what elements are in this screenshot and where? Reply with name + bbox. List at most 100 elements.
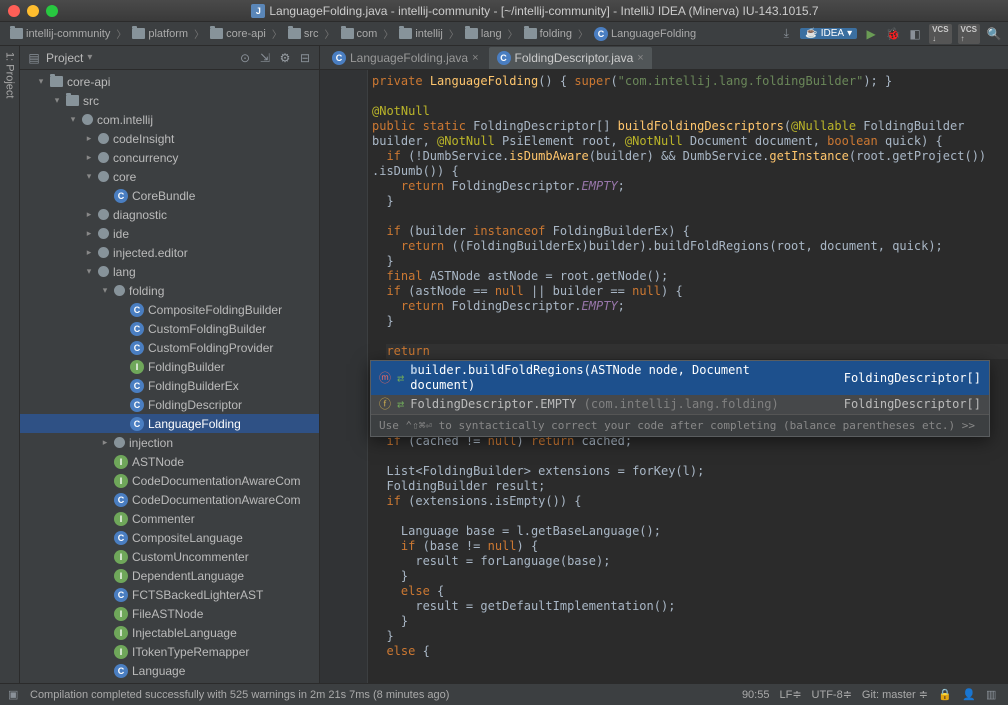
gutter[interactable] <box>320 70 368 683</box>
project-panel-header: ▤ Project ▾ ⊙ ⇲ ⚙ ⊟ <box>20 46 319 70</box>
git-branch[interactable]: Git: master ≑ <box>862 688 928 701</box>
tree-node[interactable]: IASTNode <box>20 452 319 471</box>
breadcrumb-item[interactable]: CLanguageFolding <box>590 26 700 42</box>
hide-icon[interactable]: ⊟ <box>297 50 313 66</box>
tree-node[interactable]: ▸ide <box>20 224 319 243</box>
tree-expander-icon[interactable]: ▾ <box>52 95 62 106</box>
tree-node[interactable]: CCompositeFoldingBuilder <box>20 300 319 319</box>
project-tool-tab[interactable]: 1: Project <box>4 52 16 98</box>
breadcrumb-item[interactable]: folding <box>520 27 576 41</box>
zoom-window-button[interactable] <box>46 5 58 17</box>
breadcrumb-item[interactable]: intellij-community <box>6 27 114 41</box>
make-project-icon[interactable]: ⤓ <box>778 26 794 42</box>
tree-expander-icon[interactable]: ▸ <box>100 437 110 448</box>
tree-expander-icon[interactable]: ▸ <box>84 133 94 144</box>
tree-node[interactable]: IFileASTNode <box>20 604 319 623</box>
search-everywhere-icon[interactable]: 🔍 <box>986 26 1002 42</box>
tree-node[interactable]: ▸codeInsight <box>20 129 319 148</box>
class-icon: C <box>114 493 128 507</box>
code-editor[interactable]: private LanguageFolding() { super("com.i… <box>320 70 1008 683</box>
tree-node[interactable]: IInjectableLanguage <box>20 623 319 642</box>
tree-node[interactable]: ▾src <box>20 91 319 110</box>
close-tab-icon[interactable]: × <box>637 52 643 64</box>
collapse-all-icon[interactable]: ⇲ <box>257 50 273 66</box>
chevron-down-icon[interactable]: ▾ <box>87 52 92 63</box>
gear-icon[interactable]: ⚙ <box>277 50 293 66</box>
editor-tab[interactable]: CFoldingDescriptor.java× <box>489 47 652 69</box>
tree-node[interactable]: CCompositeLanguage <box>20 528 319 547</box>
class-icon: C <box>497 51 511 65</box>
inspections-icon[interactable]: 👤 <box>962 688 976 702</box>
completion-item[interactable]: ⓜ⇄builder.buildFoldRegions(ASTNode node,… <box>371 361 989 395</box>
breadcrumb-item[interactable]: com <box>337 27 382 41</box>
tree-node[interactable]: CCustomFoldingProvider <box>20 338 319 357</box>
tree-node-label: CodeDocumentationAwareCom <box>132 474 301 488</box>
tree-node-label: CustomUncommenter <box>132 550 249 564</box>
file-encoding[interactable]: UTF-8≑ <box>812 688 852 701</box>
tree-node[interactable]: CCustomFoldingBuilder <box>20 319 319 338</box>
code-completion-popup[interactable]: ⓜ⇄builder.buildFoldRegions(ASTNode node,… <box>370 360 990 437</box>
vcs-update-icon[interactable]: VCS↓ <box>929 24 951 44</box>
tree-expander-icon[interactable]: ▾ <box>36 76 46 87</box>
tree-node[interactable]: CCodeDocumentationAwareCom <box>20 490 319 509</box>
tree-expander-icon[interactable]: ▾ <box>68 114 78 125</box>
tree-node[interactable]: IITokenTypeRemapper <box>20 642 319 661</box>
tree-expander-icon[interactable]: ▸ <box>84 228 94 239</box>
tool-window-stripe[interactable]: 1: Project <box>0 46 20 683</box>
tree-node[interactable]: ICodeDocumentationAwareCom <box>20 471 319 490</box>
tree-node[interactable]: CCoreBundle <box>20 186 319 205</box>
tree-node[interactable]: CLanguageFolding <box>20 414 319 433</box>
project-tool-window: ▤ Project ▾ ⊙ ⇲ ⚙ ⊟ ▾core-api▾src▾com.in… <box>20 46 320 683</box>
package-icon <box>98 247 109 258</box>
tree-node[interactable]: CFoldingDescriptor <box>20 395 319 414</box>
tree-node[interactable]: CFCTSBackedLighterAST <box>20 585 319 604</box>
breadcrumb-item[interactable]: platform <box>128 27 192 41</box>
completion-item[interactable]: ⓕ⇄FoldingDescriptor.EMPTY (com.intellij.… <box>371 395 989 414</box>
tree-node[interactable]: ▾core <box>20 167 319 186</box>
tree-node[interactable]: ▾folding <box>20 281 319 300</box>
scroll-from-source-icon[interactable]: ⊙ <box>237 50 253 66</box>
minimize-window-button[interactable] <box>27 5 39 17</box>
coverage-icon[interactable]: ◧ <box>907 26 923 42</box>
editor-tab[interactable]: CLanguageFolding.java× <box>324 47 487 69</box>
tree-expander-icon[interactable]: ▾ <box>84 171 94 182</box>
memory-indicator-icon[interactable]: ▥ <box>986 688 1000 702</box>
tree-node[interactable]: ▾lang <box>20 262 319 281</box>
cursor-position[interactable]: 90:55 <box>742 689 770 701</box>
run-icon[interactable]: ▶ <box>863 26 879 42</box>
vcs-commit-icon[interactable]: VCS↑ <box>958 24 980 44</box>
tree-node[interactable]: ICustomUncommenter <box>20 547 319 566</box>
tree-expander-icon[interactable]: ▸ <box>84 152 94 163</box>
tree-node[interactable]: ICommenter <box>20 509 319 528</box>
debug-icon[interactable]: 🐞 <box>885 26 901 42</box>
class-icon: C <box>130 303 144 317</box>
tree-node[interactable]: ▾com.intellij <box>20 110 319 129</box>
tree-node[interactable]: ▾core-api <box>20 72 319 91</box>
tree-node[interactable]: IDependentLanguage <box>20 566 319 585</box>
tree-node[interactable]: ▸injected.editor <box>20 243 319 262</box>
tree-node-label: FileASTNode <box>132 607 203 621</box>
status-icon[interactable]: ▣ <box>8 688 22 702</box>
tree-node[interactable]: ▸concurrency <box>20 148 319 167</box>
breadcrumb-item[interactable]: lang <box>461 27 506 41</box>
tree-node[interactable]: CLanguage <box>20 661 319 680</box>
lock-icon[interactable]: 🔒 <box>938 688 952 702</box>
line-separator[interactable]: LF≑ <box>779 688 801 701</box>
breadcrumb-item[interactable]: intellij <box>395 27 447 41</box>
breadcrumb-item[interactable]: src <box>284 27 323 41</box>
project-view-icon[interactable]: ▤ <box>26 50 42 66</box>
tree-node[interactable]: CFoldingBuilderEx <box>20 376 319 395</box>
tree-expander-icon[interactable]: ▸ <box>84 209 94 220</box>
breadcrumb-label: intellij <box>415 28 443 40</box>
tree-node[interactable]: IFoldingBuilder <box>20 357 319 376</box>
breadcrumb-item[interactable]: core-api <box>206 27 270 41</box>
project-tree[interactable]: ▾core-api▾src▾com.intellij▸codeInsight▸c… <box>20 70 319 683</box>
close-window-button[interactable] <box>8 5 20 17</box>
tree-node[interactable]: ▸diagnostic <box>20 205 319 224</box>
tree-expander-icon[interactable]: ▸ <box>84 247 94 258</box>
tree-expander-icon[interactable]: ▾ <box>100 285 110 296</box>
run-config-selector[interactable]: ☕ IDEA ▾ <box>800 28 857 39</box>
close-tab-icon[interactable]: × <box>472 52 478 64</box>
tree-expander-icon[interactable]: ▾ <box>84 266 94 277</box>
tree-node[interactable]: ▸injection <box>20 433 319 452</box>
